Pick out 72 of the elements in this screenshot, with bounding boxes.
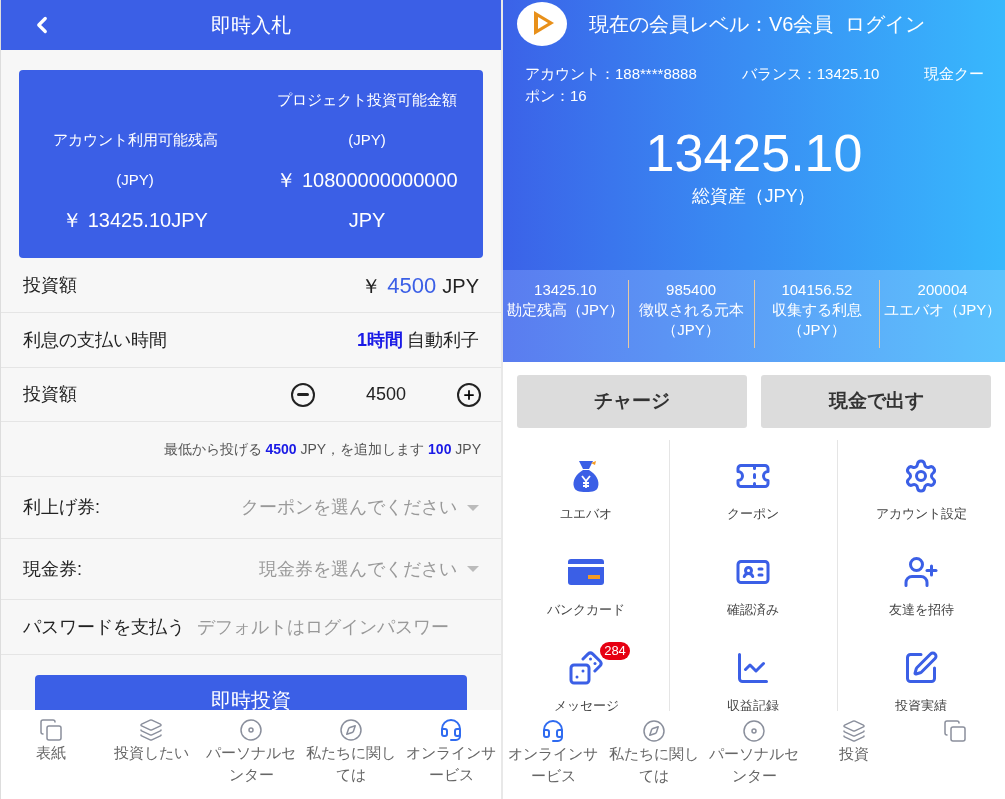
balance-label: アカウント利用可能残高 (52, 130, 218, 150)
pen-icon (903, 650, 940, 686)
interval-suffix: 自動利子 (407, 328, 479, 352)
bank-card-icon (568, 559, 605, 585)
nav-item[interactable]: 投資したい (101, 710, 201, 799)
count-badge: 284 (600, 642, 630, 660)
compass-icon (339, 718, 363, 742)
member-level: 現在の会員レベル：V6会員 (589, 12, 834, 37)
nav-item[interactable]: パーソナルセンター (201, 710, 301, 799)
user-plus-icon (903, 554, 940, 590)
balance-unit: (JPY) (116, 170, 154, 190)
action-button[interactable]: チャージ (517, 375, 747, 428)
compass-icon (641, 719, 666, 743)
account-info: アカウント：188****8888 バランス：13425.10 現金クーポン：16 (524, 64, 986, 106)
disc-icon (239, 718, 263, 742)
nav-item[interactable]: 表紙 (1, 710, 101, 799)
menu-item[interactable]: 友達を招待 (837, 536, 1005, 632)
menu-item[interactable]: クーポン (670, 440, 838, 536)
stat-label: 収集する利息（JPY） (770, 300, 863, 340)
menu-item[interactable]: ユエバオ (503, 440, 671, 536)
row-label: 現金券: (23, 557, 82, 581)
balance-value: ￥ 10800000000000 (276, 168, 458, 193)
layers-icon (842, 719, 867, 743)
plus-button[interactable] (457, 382, 481, 407)
copy-icon (39, 718, 63, 742)
total-assets-label: 総資産（JPY） (691, 185, 817, 208)
headset-icon (541, 719, 566, 743)
menu-item[interactable]: バンクカード (503, 536, 671, 632)
password-field[interactable]: デフォルトはログインパスワー (197, 613, 479, 641)
nav-item[interactable]: 私たちに関しては (603, 711, 704, 799)
action-button[interactable]: 現金で出す (761, 375, 991, 428)
nav-item[interactable]: 投資 (804, 711, 905, 799)
menu-item[interactable]: アカウント設定 (837, 440, 1005, 536)
row-label: 利息の支払い時間 (23, 328, 167, 352)
minus-icon (297, 393, 309, 396)
copy-icon (942, 719, 967, 743)
amount-value: 4500 (387, 271, 437, 300)
stat-value: 985400 (666, 280, 717, 300)
headset-icon (439, 718, 463, 742)
dice-icon (568, 650, 605, 686)
stat-label: 勘定残高（JPY） (505, 300, 626, 320)
balance-label: プロジェクト投資可能金額 (277, 90, 457, 110)
nav-item[interactable]: 私たちに関しては (301, 710, 401, 799)
stat-value: 13425.10 (534, 280, 597, 300)
menu-item[interactable]: 確認済み (670, 536, 838, 632)
invest-button[interactable]: 即時投資 (35, 675, 467, 710)
nav-item[interactable]: パーソナルセンター (703, 711, 805, 799)
amount-value: 4500 (364, 383, 407, 406)
currency-unit: JPY (442, 273, 479, 299)
total-assets: 13425.10 (644, 123, 864, 183)
balance-unit: (JPY) (348, 130, 386, 150)
balance-value: ￥ 13425.10JPY (62, 208, 208, 233)
nav-item[interactable]: オンラインサービス (503, 711, 604, 799)
minus-button[interactable] (291, 382, 315, 407)
row-label: パスワードを支払う (23, 615, 185, 639)
page-title: 即時入札 (211, 13, 291, 38)
row-label: 投資額 (23, 273, 77, 297)
nav-item[interactable]: オンラインサービス (401, 710, 501, 799)
disc-icon (742, 719, 766, 743)
balance-unit: JPY (348, 208, 386, 233)
hint-text: 最低から投げる 4500 JPY，を追加します 100 JPY (163, 439, 481, 459)
stat-value: 200004 (917, 280, 968, 300)
layers-icon (139, 718, 163, 742)
avatar-logo (517, 2, 567, 46)
plus-icon (462, 387, 476, 402)
row-label: 利上げ券: (23, 496, 100, 519)
row-label: 投資額 (23, 383, 77, 406)
currency-sign: ￥ (361, 273, 382, 299)
stat-label: 徴収される元本（JPY） (637, 300, 745, 340)
stat-value: 104156.52 (781, 280, 853, 300)
interval-value: 1時間 (357, 328, 403, 352)
stat-label: ユエバオ（JPY） (882, 300, 1003, 320)
